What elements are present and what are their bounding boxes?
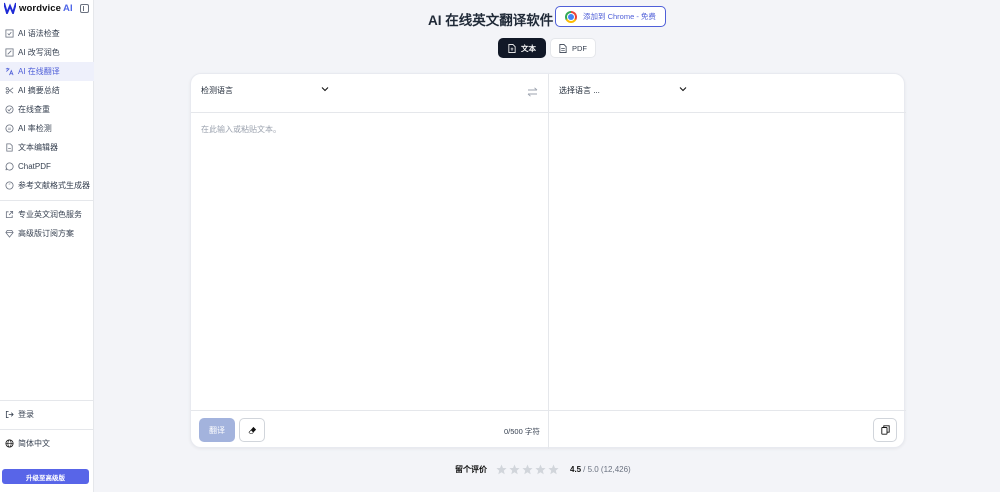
editor-icon [6, 143, 13, 152]
footer-divider [191, 410, 906, 411]
rating-label: 留个评价 [455, 465, 487, 474]
rating-count: / 5.0 (12,426) [583, 465, 631, 474]
language-selector[interactable]: 简体中文 [0, 434, 94, 453]
star-icon[interactable] [522, 464, 533, 475]
sidebar-divider [0, 200, 94, 201]
target-language-select[interactable]: 选择语言 ... [559, 85, 687, 96]
sidebar-item-premium[interactable]: 高级版订阅方案 [0, 224, 94, 243]
chat-icon [5, 162, 14, 171]
tab-label: 文本 [521, 43, 536, 53]
sidebar-item-label: 参考文献格式生成器 [18, 181, 90, 190]
plagiarism-icon [5, 105, 14, 114]
tab-pdf[interactable]: PDF [550, 38, 596, 58]
chevron-down-icon [321, 87, 329, 92]
character-count: 0/500 字符 [504, 427, 540, 436]
upgrade-button[interactable]: 升级至高级版 [2, 469, 89, 484]
logo[interactable]: wordvice AI [4, 0, 98, 16]
star-icon[interactable] [496, 464, 507, 475]
chrome-icon [565, 10, 577, 23]
eraser-icon [248, 426, 256, 434]
text-document-icon [508, 43, 516, 53]
tab-label: PDF [572, 43, 587, 53]
tab-text[interactable]: 文本 [498, 38, 546, 58]
sidebar-item-label: 在线查重 [18, 105, 50, 114]
sidebar-item-label: 专业英文润色服务 [18, 210, 82, 219]
sidebar-item-chatpdf[interactable]: ChatPDF [0, 157, 94, 176]
rewrite-icon [5, 48, 14, 57]
copy-translation-button[interactable] [873, 418, 897, 442]
clear-text-button[interactable] [239, 418, 265, 442]
pdf-document-icon [559, 43, 567, 53]
sidebar-item-label: 高级版订阅方案 [18, 229, 74, 238]
login-label: 登录 [18, 410, 34, 419]
sidebar: wordvice AI AI 语法检查 AI 改写润色 AI 在线翻译 AI 摘要… [0, 0, 94, 492]
page-title: AI 在线英文翻译软件 [428, 13, 554, 28]
swap-languages-icon[interactable] [527, 87, 538, 97]
citation-icon: ” [5, 181, 14, 190]
sidebar-item-plagiarism[interactable]: 在线查重 [0, 100, 94, 119]
sidebar-item-label: 文本编辑器 [18, 143, 58, 152]
add-to-chrome-button[interactable]: 添加到 Chrome - 免费 [555, 6, 666, 27]
rating-score: 4.5 [570, 465, 582, 474]
rating-bar: 留个评价 4.5 / 5.0 (12,426) [455, 464, 631, 475]
sidebar-item-label: AI 摘要总结 [18, 86, 60, 95]
svg-text:”: ” [8, 183, 10, 189]
sidebar-item-label: ChatPDF [18, 162, 51, 171]
sidebar-item-translate[interactable]: AI 在线翻译 [0, 62, 94, 81]
sidebar-item-ai-detector[interactable]: AI AI 率检测 [0, 119, 94, 138]
sidebar-item-rewrite[interactable]: AI 改写润色 [0, 43, 94, 62]
sidebar-item-grammar[interactable]: AI 语法检查 [0, 24, 94, 43]
grammar-icon [5, 29, 14, 38]
globe-icon [5, 439, 14, 448]
target-language-label: 选择语言 ... [559, 86, 600, 95]
translate-icon [5, 67, 14, 76]
language-label: 简体中文 [18, 439, 50, 448]
sidebar-secondary-nav: 专业英文润色服务 高级版订阅方案 [0, 196, 94, 243]
svg-text:AI: AI [8, 127, 12, 131]
brand-name: wordvice AI [19, 2, 73, 14]
star-icon[interactable] [535, 464, 546, 475]
login-section: 登录 [0, 400, 94, 424]
sidebar-collapse-icon[interactable] [79, 3, 89, 13]
login-icon [5, 410, 14, 419]
external-link-icon [5, 210, 14, 219]
source-language-select[interactable]: 检测语言 [201, 85, 329, 96]
login-button[interactable]: 登录 [0, 405, 94, 424]
sidebar-item-label: AI 语法检查 [18, 29, 60, 38]
sidebar-item-label: AI 在线翻译 [18, 67, 60, 76]
sidebar-item-label: AI 率检测 [18, 124, 52, 133]
source-language-label: 检测语言 [201, 86, 233, 95]
star-icon[interactable] [509, 464, 520, 475]
header-divider [191, 112, 906, 113]
source-text-input[interactable] [201, 124, 538, 404]
summary-icon [5, 87, 14, 94]
chevron-down-icon [679, 87, 687, 92]
star-icon[interactable] [548, 464, 559, 475]
sidebar-item-summary[interactable]: AI 摘要总结 [0, 81, 94, 100]
ai-detector-icon: AI [5, 124, 14, 133]
sidebar-item-label: AI 改写润色 [18, 48, 60, 57]
sidebar-item-editor[interactable]: 文本编辑器 [0, 138, 94, 157]
language-section: 简体中文 [0, 429, 94, 453]
translate-button[interactable]: 翻译 [199, 418, 235, 442]
sidebar-item-editing-service[interactable]: 专业英文润色服务 [0, 205, 94, 224]
panel-divider [548, 74, 549, 449]
translator-card: 检测语言 选择语言 ... 翻译 0/500 字符 [190, 73, 906, 449]
wordvice-logo-icon [4, 2, 16, 14]
sidebar-item-citation[interactable]: ” 参考文献格式生成器 [0, 176, 94, 195]
diamond-icon [5, 229, 14, 238]
copy-icon [880, 425, 890, 435]
rating-stars [496, 464, 561, 475]
add-to-chrome-label: 添加到 Chrome - 免费 [583, 12, 656, 21]
sidebar-nav: AI 语法检查 AI 改写润色 AI 在线翻译 AI 摘要总结 在线查重 AI … [0, 24, 94, 195]
